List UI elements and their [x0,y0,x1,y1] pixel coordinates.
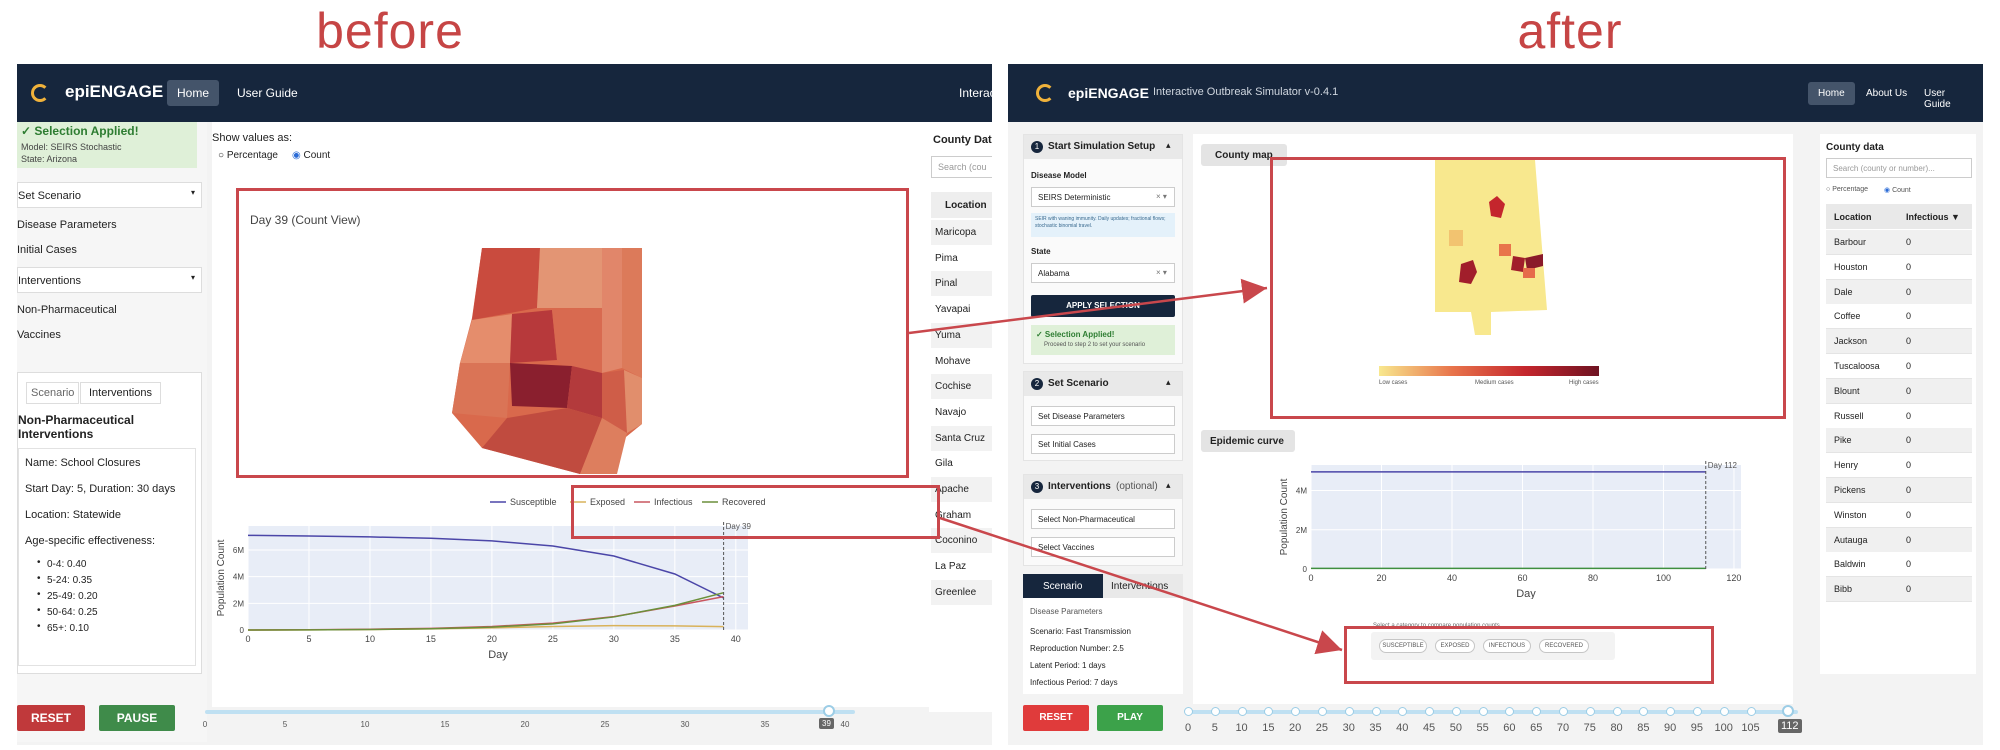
annotation-arrows [908,278,1343,655]
arrow-legend-to-chips [939,516,1343,655]
arrow-map-to-map [908,278,1268,335]
